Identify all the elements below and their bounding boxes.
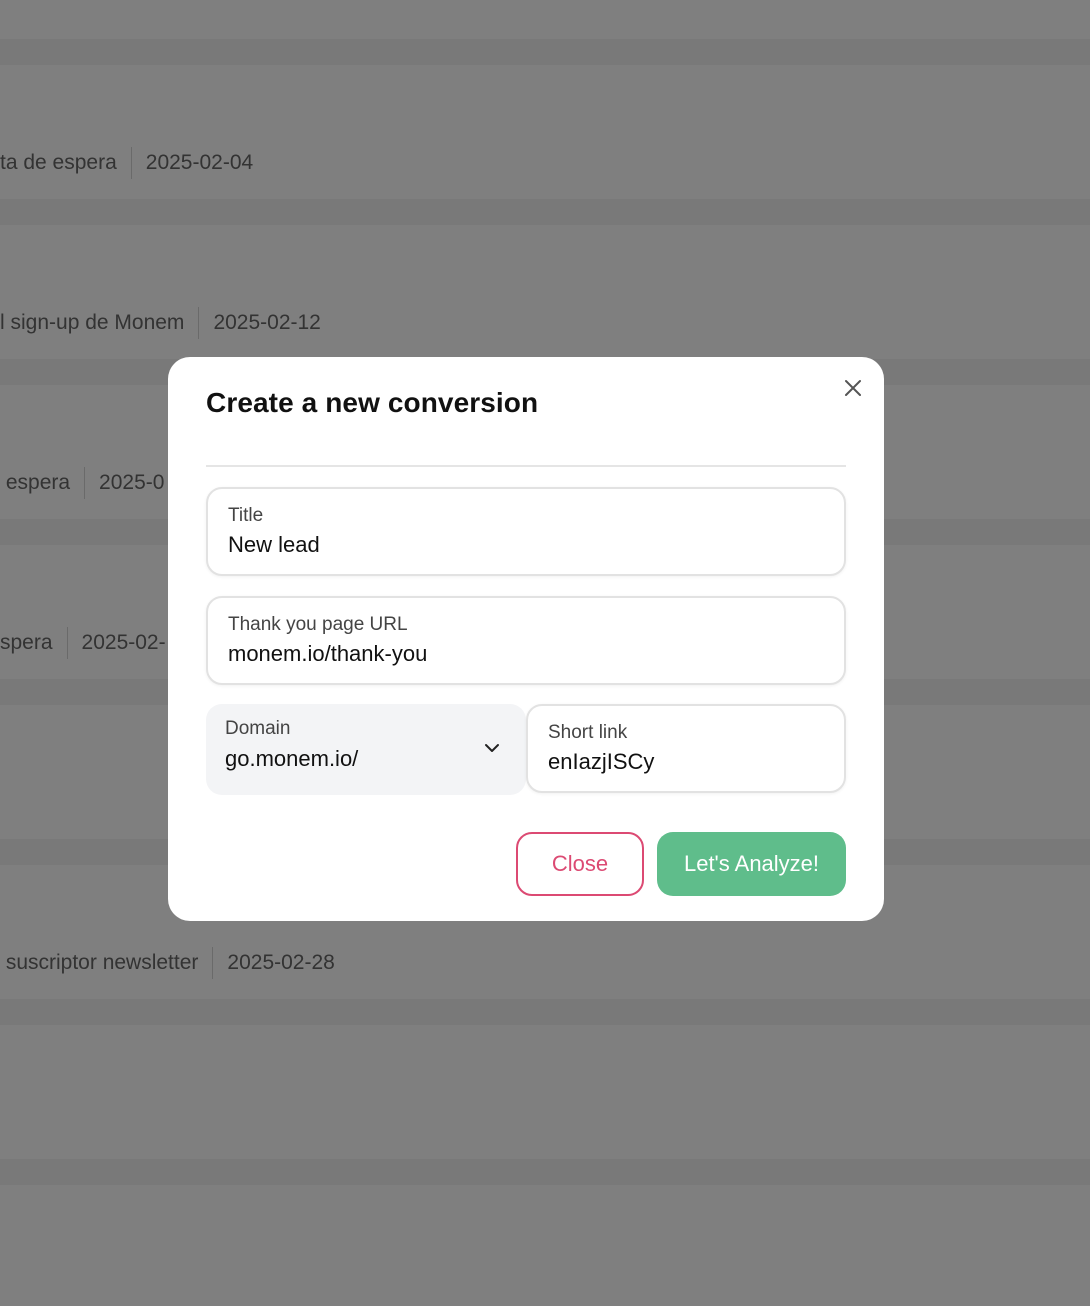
thank-you-url-label: Thank you page URL — [228, 614, 408, 635]
title-field[interactable]: Title New lead — [206, 487, 846, 576]
thank-you-url-field[interactable]: Thank you page URL monem.io/thank-you — [206, 596, 846, 685]
dialog-title: Create a new conversion — [206, 387, 539, 418]
domain-select[interactable]: Domain go.monem.io/ — [206, 704, 526, 795]
header-divider — [206, 465, 846, 467]
title-input[interactable]: New lead — [228, 532, 320, 558]
short-link-field[interactable]: Short link enIazjISCy — [526, 704, 846, 793]
title-label: Title — [228, 505, 264, 526]
thank-you-url-input[interactable]: monem.io/thank-you — [228, 641, 427, 667]
domain-selected-value: go.monem.io/ — [225, 746, 359, 771]
close-button[interactable]: Close — [516, 832, 644, 896]
lets-analyze-button[interactable]: Let's Analyze! — [657, 832, 846, 896]
create-conversion-dialog: Create a new conversion Title New lead T… — [168, 357, 884, 921]
domain-label: Domain — [225, 718, 291, 739]
short-link-input[interactable]: enIazjISCy — [548, 749, 654, 775]
short-link-label: Short link — [548, 722, 628, 743]
close-icon[interactable] — [840, 375, 866, 401]
chevron-down-icon[interactable] — [482, 738, 502, 758]
